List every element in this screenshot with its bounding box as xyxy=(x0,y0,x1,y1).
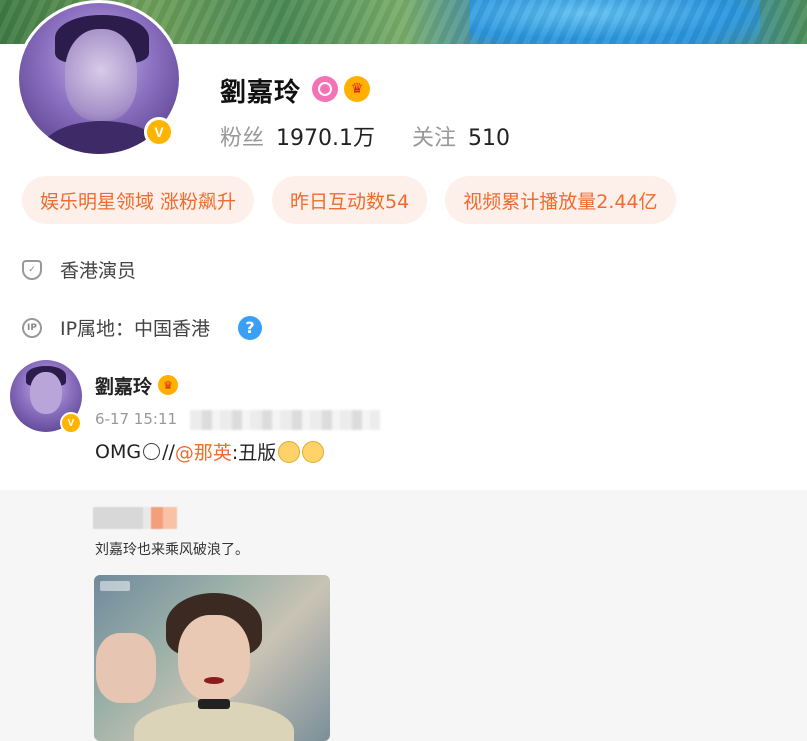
verified-badge-icon: V xyxy=(144,117,174,147)
thinking-emoji-icon-2 xyxy=(302,440,325,463)
ip-location-row: IP IP属地：中国香港 ? xyxy=(22,314,263,341)
fans-label: 粉丝 xyxy=(220,126,265,151)
post-author-name[interactable]: 劉嘉玲 xyxy=(95,372,152,399)
tag-video-plays[interactable]: 视频累计播放量2.44亿 xyxy=(445,176,676,224)
avatar-face xyxy=(65,29,137,121)
smile-emoji-icon xyxy=(143,443,161,460)
tag-interactions[interactable]: 昨日互动数54 xyxy=(272,176,428,224)
post-verified-badge-icon: V xyxy=(60,412,82,434)
fans-count: 1970.1万 xyxy=(276,126,375,151)
follow-label: 关注 xyxy=(412,126,457,151)
image-choker xyxy=(198,699,230,709)
post-text-slashes: // xyxy=(162,440,175,463)
post-text: OMG // @那英 :丑版 xyxy=(95,438,325,465)
shield-icon: ✓ xyxy=(22,259,42,280)
reposted-image[interactable] xyxy=(94,575,330,741)
image-lips xyxy=(204,677,224,684)
occupation-text: 香港演员 xyxy=(60,260,137,282)
post-mention-link[interactable]: @那英 xyxy=(175,438,232,465)
follow-stat[interactable]: 关注 510 xyxy=(412,120,510,152)
post-text-prefix: OMG xyxy=(95,440,142,463)
post-avatar-face xyxy=(30,372,62,414)
image-hand xyxy=(96,633,156,703)
ip-location-text: IP属地：中国香港 xyxy=(60,318,211,340)
reposted-author-blurred xyxy=(93,507,177,529)
post-text-after: :丑版 xyxy=(231,442,277,464)
follow-count: 510 xyxy=(468,126,511,151)
image-face xyxy=(178,615,250,701)
video-watermark xyxy=(100,581,130,591)
thinking-emoji-icon xyxy=(278,440,301,463)
fans-stat[interactable]: 粉丝 1970.1万 xyxy=(220,120,375,152)
post-timestamp[interactable]: 6-17 15:11 xyxy=(95,410,177,428)
profile-tags: 娱乐明星领域 涨粉飙升 昨日互动数54 视频累计播放量2.44亿 xyxy=(22,176,676,224)
occupation-row: ✓ 香港演员 xyxy=(22,256,136,283)
reposted-text: 刘嘉玲也来乘风破浪了。 xyxy=(95,542,249,558)
ip-icon: IP xyxy=(22,317,42,338)
membership-badge-icon[interactable] xyxy=(312,76,338,102)
post-source-blurred xyxy=(190,410,380,430)
profile-name: 劉嘉玲 xyxy=(220,78,302,108)
crown-icon[interactable]: ♛ xyxy=(344,76,370,102)
help-icon[interactable]: ? xyxy=(238,315,263,340)
post-crown-icon: ♛ xyxy=(158,375,178,395)
tag-entertainment[interactable]: 娱乐明星领域 涨粉飙升 xyxy=(22,176,255,224)
